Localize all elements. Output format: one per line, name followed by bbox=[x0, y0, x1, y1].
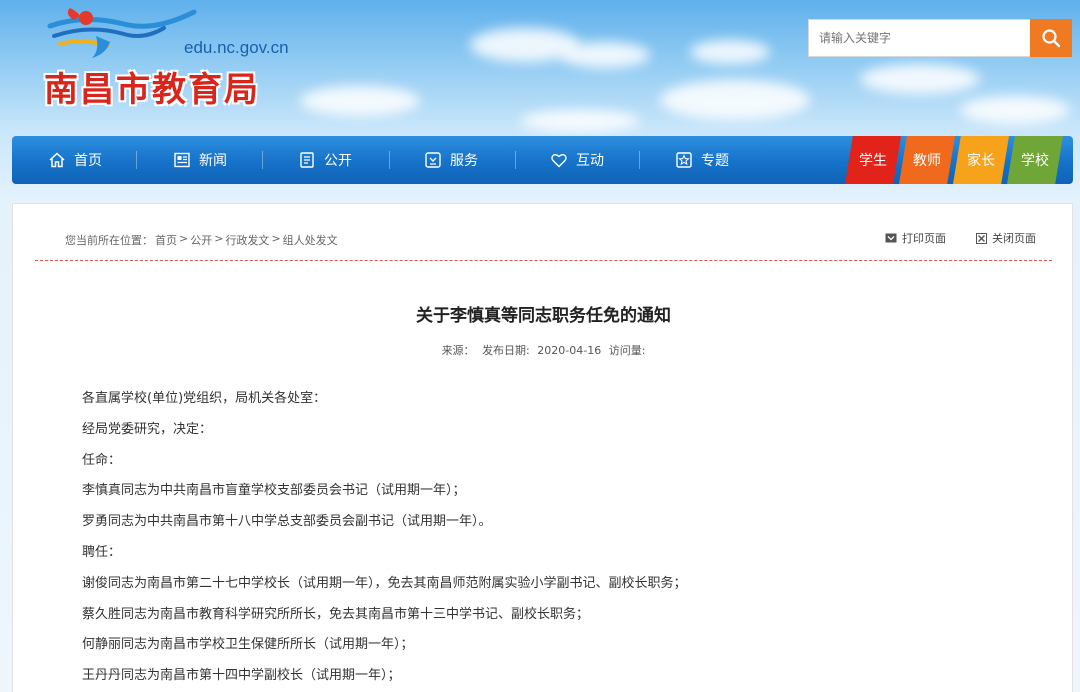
nav-divider bbox=[639, 151, 640, 169]
tab-parents[interactable]: 家长 bbox=[953, 136, 1009, 184]
article-title: 关于李慎真等同志职务任免的通知 bbox=[416, 306, 671, 326]
breadcrumb-public[interactable]: 公开 bbox=[190, 232, 212, 248]
breadcrumb-separator: > bbox=[179, 232, 189, 245]
header-divider bbox=[35, 260, 1052, 261]
breadcrumb: 您当前所在位置： 首页 > 公开 > 行政发文 > 组人处发文 bbox=[65, 232, 338, 248]
star-icon bbox=[676, 152, 692, 168]
article-meta: 来源： 发布日期: 2020-04-16 访问量: bbox=[13, 342, 1074, 358]
audience-tabs: 学生 教师 家长 学校 bbox=[845, 136, 1063, 184]
nav-item-public[interactable]: 公开 bbox=[298, 136, 352, 184]
search-button[interactable] bbox=[1030, 19, 1072, 57]
article-paragraph: 罗勇同志为中共南昌市第十八中学总支部委员会副书记（试用期一年）。 bbox=[82, 514, 492, 530]
search-bar bbox=[808, 19, 1072, 57]
breadcrumb-prefix: 您当前所在位置： bbox=[65, 234, 153, 247]
nav-label: 首页 bbox=[74, 153, 102, 169]
nav-label: 新闻 bbox=[199, 153, 227, 169]
breadcrumb-admin-docs[interactable]: 行政发文 bbox=[225, 232, 269, 248]
nav-label: 公开 bbox=[324, 153, 352, 169]
article-paragraph: 李慎真同志为中共南昌市盲童学校支部委员会书记（试用期一年）； bbox=[82, 483, 466, 499]
article-paragraph: 各直属学校(单位)党组织，局机关各处室： bbox=[82, 391, 327, 406]
article-paragraph: 经局党委研究，决定： bbox=[82, 421, 213, 437]
nav-divider bbox=[136, 151, 137, 169]
page-tools: 打印页面 关闭页面 bbox=[885, 230, 1036, 246]
article-paragraph: 蔡久胜同志为南昌市教育科学研究所所长，免去其南昌市第十三中学书记、副校长职务； bbox=[82, 606, 590, 622]
print-label: 打印页面 bbox=[902, 232, 946, 245]
breadcrumb-home[interactable]: 首页 bbox=[155, 232, 177, 248]
date-label: 发布日期: bbox=[482, 344, 530, 357]
nav-divider bbox=[262, 151, 263, 169]
nav-item-news[interactable]: 新闻 bbox=[173, 136, 227, 184]
nav-item-topic[interactable]: 专题 bbox=[675, 136, 729, 184]
site-header: edu.nc.gov.cn 南昌市教育局 bbox=[0, 0, 1080, 136]
search-icon bbox=[1042, 29, 1061, 48]
breadcrumb-hr-docs[interactable]: 组人处发文 bbox=[283, 232, 338, 248]
close-page-button[interactable]: 关闭页面 bbox=[976, 230, 1036, 246]
site-name[interactable]: 南昌市教育局 bbox=[44, 62, 260, 111]
publish-date: 2020-04-16 bbox=[537, 344, 602, 357]
breadcrumb-separator: > bbox=[271, 232, 281, 245]
tab-teachers[interactable]: 教师 bbox=[899, 136, 955, 184]
nav-divider bbox=[389, 151, 390, 169]
article-panel: 您当前所在位置： 首页 > 公开 > 行政发文 > 组人处发文 打印页面 关闭页… bbox=[12, 203, 1073, 692]
search-input[interactable] bbox=[808, 19, 1030, 57]
nav-item-service[interactable]: 服务 bbox=[424, 136, 478, 184]
nav-label: 服务 bbox=[450, 153, 478, 169]
article-paragraph: 任命： bbox=[82, 452, 122, 468]
article-paragraph: 王丹丹同志为南昌市第十四中学副校长（试用期一年）； bbox=[82, 668, 401, 684]
article-body: 各直属学校(单位)党组织，局机关各处室： 经局党委研究，决定： 任命： 李慎真同… bbox=[82, 391, 687, 692]
article-paragraph: 谢俊同志为南昌市第二十七中学校长（试用期一年），免去其南昌师范附属实验小学副书记… bbox=[82, 575, 687, 591]
article-paragraph: 聘任： bbox=[82, 544, 122, 560]
site-domain: edu.nc.gov.cn bbox=[184, 38, 289, 57]
breadcrumb-separator: > bbox=[214, 232, 224, 245]
print-page-button[interactable]: 打印页面 bbox=[885, 230, 946, 246]
home-icon bbox=[49, 152, 65, 168]
print-icon bbox=[885, 233, 897, 243]
document-icon bbox=[300, 152, 314, 168]
article-paragraph: 何静丽同志为南昌市学校卫生保健所所长（试用期一年）； bbox=[82, 637, 414, 653]
nav-item-home[interactable]: 首页 bbox=[48, 136, 102, 184]
close-label: 关闭页面 bbox=[992, 232, 1036, 245]
news-icon bbox=[174, 152, 190, 168]
nav-item-interact[interactable]: 互动 bbox=[550, 136, 604, 184]
main-nav: 首页 新闻 公开 服务 互动 专题 学生 教师 家长 学校 bbox=[12, 136, 1073, 184]
nav-label: 互动 bbox=[576, 153, 604, 169]
nav-label: 专题 bbox=[701, 153, 729, 169]
nav-divider bbox=[515, 151, 516, 169]
tab-schools[interactable]: 学校 bbox=[1007, 136, 1063, 184]
close-icon bbox=[976, 232, 987, 244]
service-icon bbox=[425, 152, 441, 168]
views-label: 访问量: bbox=[608, 344, 646, 357]
source-label: 来源： bbox=[441, 344, 475, 357]
heart-icon bbox=[551, 154, 567, 168]
tab-students[interactable]: 学生 bbox=[845, 136, 901, 184]
